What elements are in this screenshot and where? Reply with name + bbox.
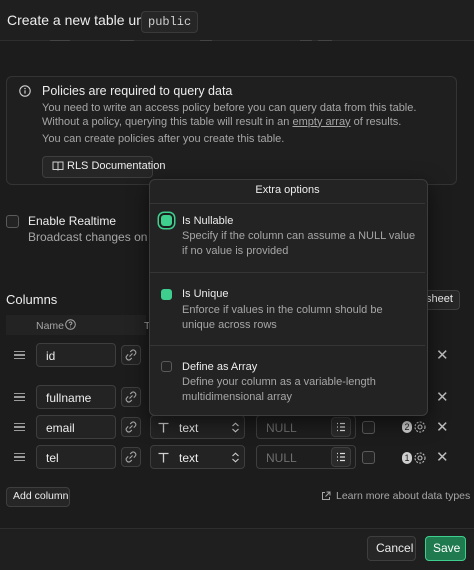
define-as-array-label: Define as Array [182, 361, 258, 373]
external-link-icon [322, 491, 331, 500]
info-icon [19, 85, 31, 97]
primary-key-checkbox[interactable] [362, 421, 375, 434]
cancel-label: Cancel [376, 541, 414, 555]
define-as-array-checkbox[interactable] [161, 361, 172, 372]
import-spreadsheet-label: sheet [426, 293, 453, 305]
link-icon [125, 451, 137, 463]
link-icon [125, 421, 137, 433]
alert-text-secondary: You can create policies after you create… [42, 133, 285, 145]
default-value-suggestions-button[interactable] [331, 417, 351, 437]
save-label: Save [433, 541, 461, 555]
remove-column-icon[interactable]: ✕ [436, 346, 449, 364]
define-as-array-description: Define your column as a variable-length … [182, 376, 376, 403]
remove-column-icon[interactable]: ✕ [436, 388, 449, 406]
column-name-input[interactable]: id [36, 343, 116, 367]
is-nullable-label: Is Nullable [182, 215, 234, 227]
enable-realtime-checkbox[interactable] [6, 215, 19, 228]
scroll-shadow [0, 40, 474, 46]
column-name-input[interactable]: email [36, 415, 116, 439]
column-name-input[interactable]: tel [36, 445, 116, 469]
drag-handle-icon[interactable] [14, 453, 25, 461]
chevron-updown-icon [232, 422, 239, 433]
rls-documentation-label: RLS Documentation [67, 160, 166, 172]
link-icon [125, 349, 137, 361]
book-icon [52, 161, 64, 171]
link-icon [125, 391, 137, 403]
gear-icon[interactable] [413, 420, 427, 434]
alert-title: Policies are required to query data [42, 84, 233, 98]
learn-data-types-link[interactable]: Learn more about data types [336, 490, 470, 502]
is-unique-label: Is Unique [182, 288, 229, 300]
list-icon [337, 452, 345, 462]
columns-header-row [6, 315, 146, 335]
enable-realtime-label: Enable Realtime [28, 214, 117, 228]
divider [150, 345, 425, 346]
foreign-key-button[interactable] [121, 417, 141, 437]
primary-key-checkbox[interactable] [362, 451, 375, 464]
remove-column-icon[interactable]: ✕ [436, 418, 449, 436]
default-value-suggestions-button[interactable] [331, 447, 351, 467]
schema-chip: public [141, 11, 199, 33]
column-type-select[interactable]: text [150, 445, 245, 469]
is-nullable-description: Specify if the column can assume a NULL … [182, 230, 416, 257]
foreign-key-button[interactable] [121, 447, 141, 467]
empty-array-link[interactable]: empty array [292, 116, 350, 128]
alert-text: You need to write an access policy befor… [42, 102, 417, 128]
add-column-label: Add column [13, 490, 69, 502]
column-type-select[interactable]: text [150, 415, 245, 439]
is-unique-checkbox[interactable] [161, 289, 172, 300]
remove-column-icon[interactable]: ✕ [436, 448, 449, 466]
help-icon[interactable] [65, 319, 76, 330]
text-type-icon [158, 422, 169, 433]
column-name-input[interactable]: fullname [36, 385, 116, 409]
divider [150, 272, 425, 273]
options-count-badge: 2 [402, 421, 412, 433]
foreign-key-button[interactable] [121, 387, 141, 407]
divider [150, 203, 425, 204]
list-icon [337, 422, 345, 432]
columns-heading: Columns [6, 292, 58, 307]
drag-handle-icon[interactable] [14, 351, 25, 359]
chevron-updown-icon [232, 452, 239, 463]
gear-icon[interactable] [413, 451, 427, 465]
is-unique-description: Enforce if values in the column should b… [182, 304, 383, 331]
extra-options-title: Extra options [255, 184, 320, 196]
drag-handle-icon[interactable] [14, 423, 25, 431]
text-type-icon [158, 452, 169, 463]
options-count-badge: 1 [402, 452, 412, 464]
foreign-key-button[interactable] [121, 345, 141, 365]
column-header-name: Name [36, 320, 65, 332]
drag-handle-icon[interactable] [14, 393, 25, 401]
is-nullable-checkbox[interactable] [161, 215, 172, 226]
